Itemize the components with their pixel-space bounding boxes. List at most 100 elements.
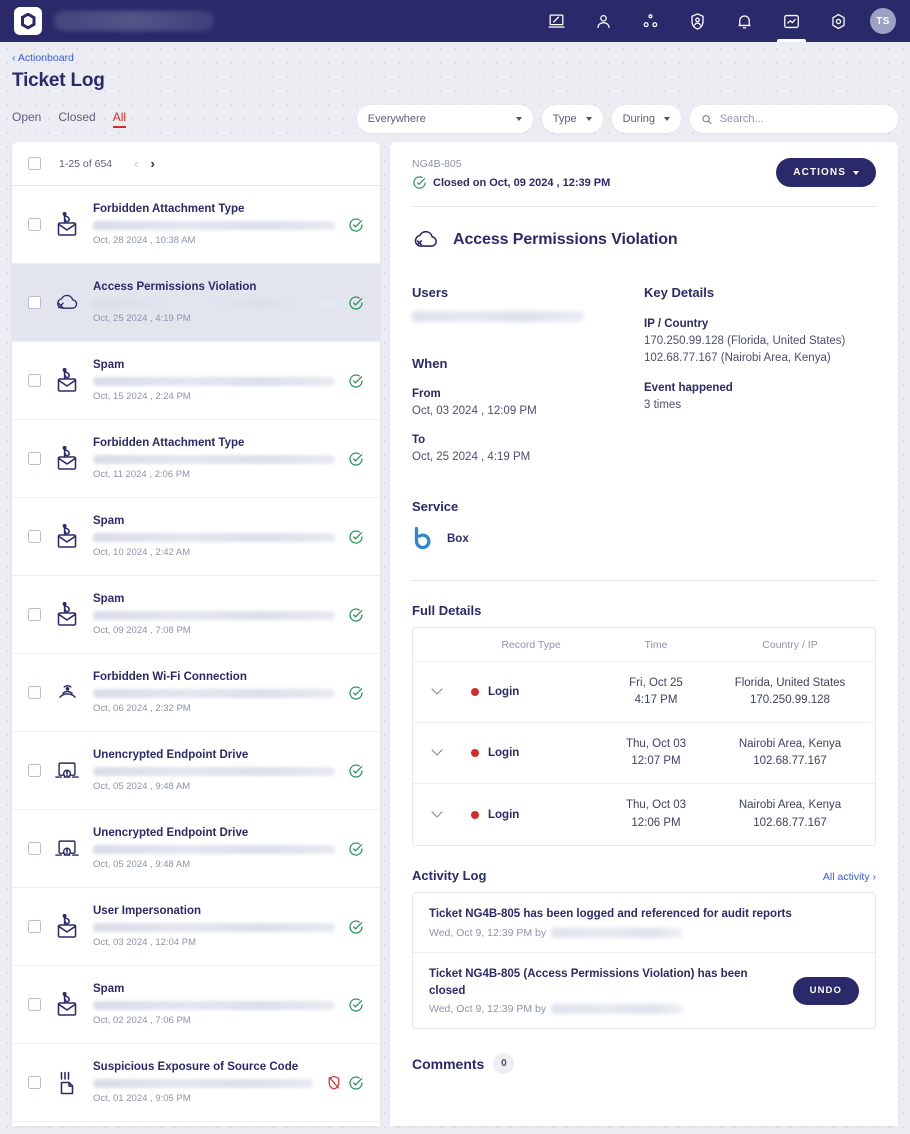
ticket-row-title: Forbidden Wi-Fi Connection <box>93 671 247 683</box>
tab-closed[interactable]: Closed <box>58 110 95 128</box>
table-row[interactable]: Login Thu, Oct 03 12:07 PM Nairobi Area, … <box>413 723 875 785</box>
during-filter-select[interactable]: During <box>611 105 681 133</box>
table-row[interactable]: Login Thu, Oct 03 12:06 PM Nairobi Area, … <box>413 784 875 845</box>
record-type-cell: Login <box>461 809 601 821</box>
ticket-row-checkbox[interactable] <box>28 452 41 465</box>
ticket-row-checkbox[interactable] <box>28 764 41 777</box>
breadcrumb[interactable]: ‹ Actionboard <box>0 42 910 64</box>
ticket-list-item[interactable]: Access Permissions Violation Oct, 25 202… <box>12 264 380 342</box>
expand-row-cell[interactable] <box>413 806 461 824</box>
ticket-list-item[interactable]: Unencrypted Endpoint Drive Oct, 05 2024 … <box>12 810 380 888</box>
ticket-row-checkbox[interactable] <box>28 608 41 621</box>
full-details-heading: Full Details <box>412 603 482 619</box>
key-details-heading: Key Details <box>644 285 715 300</box>
chevron-down-icon[interactable] <box>431 744 443 757</box>
column-header-record-type: Record Type <box>501 638 561 651</box>
ticket-row-title: Suspicious Exposure of Source Code <box>93 1061 299 1073</box>
ticket-row-time: Oct, 10 2024 , 2:42 AM <box>93 547 191 558</box>
chevron-down-icon[interactable] <box>431 683 443 696</box>
mail-alert-icon <box>57 601 77 626</box>
ticket-list-item[interactable]: User Impersonation Oct, 03 2024 , 12:04 … <box>12 888 380 966</box>
filter-controls: Everywhere Type During <box>356 105 898 133</box>
ticket-row-checkbox[interactable] <box>28 1076 41 1089</box>
ticket-row-time: Oct, 28 2024 , 10:38 AM <box>93 235 196 246</box>
threats-icon[interactable] <box>674 0 721 42</box>
activity-item-text: Ticket NG4B-805 has been logged and refe… <box>429 906 859 939</box>
ticket-row-info: Forbidden Attachment Type Oct, 28 2024 ,… <box>93 203 335 246</box>
search-input[interactable] <box>719 113 887 125</box>
detail-title-row: Access Permissions Violation <box>412 227 876 253</box>
expand-row-cell[interactable] <box>413 744 461 762</box>
record-type-value: Login <box>488 808 520 821</box>
users-value-redacted <box>412 311 584 322</box>
ticket-row-checkbox[interactable] <box>28 920 41 933</box>
tab-all[interactable]: All <box>112 110 127 128</box>
closed-check-icon <box>349 763 363 778</box>
users-icon[interactable] <box>580 0 627 42</box>
select-all-checkbox[interactable] <box>28 157 41 170</box>
next-page-button[interactable]: › <box>150 157 154 170</box>
settings-gear-icon[interactable] <box>815 0 862 42</box>
column-header-time: Time <box>644 638 668 651</box>
ticket-list-item[interactable]: Spam Oct, 09 2024 , 7:08 PM <box>12 576 380 654</box>
alerts-bell-icon[interactable] <box>721 0 768 42</box>
ticket-row-subject-redacted <box>93 533 335 542</box>
ticket-rows-container: Forbidden Attachment Type Oct, 28 2024 ,… <box>12 186 380 1122</box>
chevron-down-icon <box>515 117 522 121</box>
divider <box>412 206 876 207</box>
ip-country-value-2: 102.68.77.167 (Nairobi Area, Kenya) <box>644 351 831 364</box>
ticket-row-checkbox[interactable] <box>28 998 41 1011</box>
actionboard-icon[interactable] <box>768 0 815 42</box>
country-value: Florida, United States <box>734 676 846 689</box>
ticket-row-title: Spam <box>93 359 125 371</box>
ticket-list-item[interactable]: Forbidden Wi-Fi Connection Oct, 06 2024 … <box>12 654 380 732</box>
ticket-list-item[interactable]: Spam Oct, 02 2024 , 7:06 PM <box>12 966 380 1044</box>
ticket-row-info: Spam Oct, 02 2024 , 7:06 PM <box>93 983 335 1026</box>
closed-check-icon <box>349 373 363 388</box>
ticket-row-time: Oct, 02 2024 , 7:06 PM <box>93 1015 191 1026</box>
ticket-type-icon <box>54 759 80 783</box>
expand-row-cell[interactable] <box>413 683 461 701</box>
activity-timestamp: Wed, Oct 9, 12:39 PM by <box>429 1003 547 1016</box>
ticket-row-checkbox[interactable] <box>28 686 41 699</box>
page-title: Ticket Log <box>12 70 105 91</box>
time-clock: 4:17 PM <box>634 694 678 707</box>
actions-button[interactable]: ACTIONS <box>776 158 876 187</box>
closed-check-icon <box>349 607 363 622</box>
ticket-list-item[interactable]: Unencrypted Endpoint Drive Oct, 05 2024 … <box>12 732 380 810</box>
ticket-list-item[interactable]: Spam Oct, 15 2024 , 2:24 PM <box>12 342 380 420</box>
prev-page-button[interactable]: ‹ <box>134 157 138 170</box>
ticket-row-checkbox[interactable] <box>28 374 41 387</box>
undo-button[interactable]: UNDO <box>792 976 859 1005</box>
ticket-type-icon <box>54 913 80 940</box>
ticket-list-item[interactable]: Spam Oct, 10 2024 , 2:42 AM <box>12 498 380 576</box>
ticket-row-checkbox[interactable] <box>28 530 41 543</box>
full-details-section: Full Details Record Type Time Country / … <box>412 603 876 847</box>
ip-country-value-1: 170.250.99.128 (Florida, United States) <box>644 335 846 347</box>
avatar[interactable]: TS <box>870 8 896 34</box>
ticket-list-item[interactable]: Forbidden Attachment Type Oct, 28 2024 ,… <box>12 186 380 264</box>
ticket-list-item[interactable]: Forbidden Attachment Type Oct, 11 2024 ,… <box>12 420 380 498</box>
tab-open[interactable]: Open <box>12 110 41 128</box>
chevron-down-icon[interactable] <box>431 806 443 818</box>
table-row[interactable]: Login Fri, Oct 25 4:17 PM Florida, United… <box>413 662 875 724</box>
activity-timestamp: Wed, Oct 9, 12:39 PM by <box>429 927 547 940</box>
when-heading: When <box>412 356 448 371</box>
all-activity-link[interactable]: All activity › <box>823 871 876 883</box>
type-filter-select[interactable]: Type <box>541 105 603 133</box>
ticket-list-item[interactable]: Suspicious Exposure of Source Code Oct, … <box>12 1044 380 1122</box>
monitor-alert-icon <box>55 761 79 778</box>
scope-filter-select[interactable]: Everywhere <box>356 105 533 133</box>
search-box[interactable] <box>690 105 898 133</box>
ticket-row-checkbox[interactable] <box>28 218 41 231</box>
ticket-row-checkbox[interactable] <box>28 842 41 855</box>
app-logo[interactable] <box>14 7 42 35</box>
ticket-row-time: Oct, 05 2024 , 9:48 AM <box>93 859 191 870</box>
box-logo-icon <box>414 527 431 550</box>
devices-icon[interactable] <box>533 0 580 42</box>
ticket-row-time: Oct, 09 2024 , 7:08 PM <box>93 625 191 636</box>
ticket-row-time: Oct, 06 2024 , 2:32 PM <box>93 703 191 714</box>
ticket-id: NG4B-805 <box>412 158 462 170</box>
ticket-row-checkbox[interactable] <box>28 296 41 309</box>
integrations-icon[interactable] <box>627 0 674 42</box>
